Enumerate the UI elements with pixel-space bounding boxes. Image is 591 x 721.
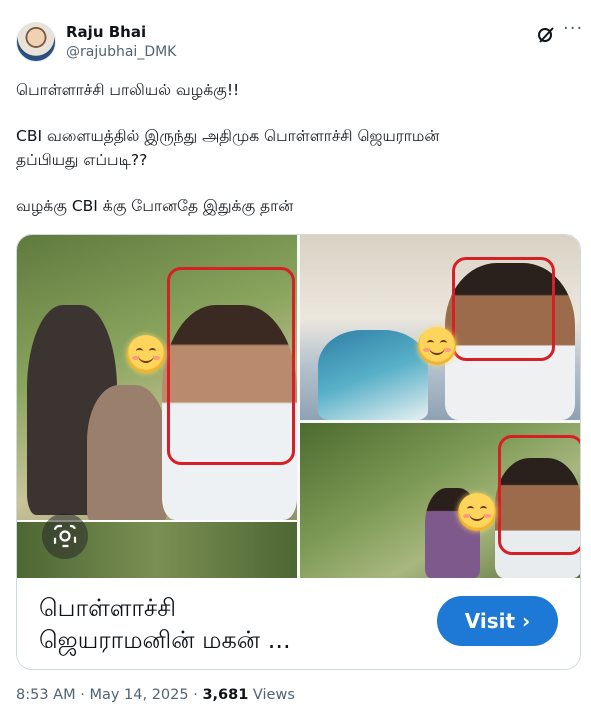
card-title[interactable]: பொள்ளாச்சி ஜெயராமனின் மகன் ...: [39, 592, 419, 656]
highlight-box: [498, 435, 580, 555]
highlight-box: [167, 267, 295, 465]
views-count: 3,681: [202, 687, 249, 703]
separator: ·: [80, 687, 85, 703]
views-label: Views: [252, 687, 295, 703]
tweet-line: CBI வளையத்தில் இருந்து அதிமுக பொள்ளாச்சி…: [16, 127, 440, 145]
tweet-line: தப்பியது எப்படி??: [16, 151, 148, 169]
card-title-line: பொள்ளாச்சி: [39, 594, 177, 622]
card-footer[interactable]: பொள்ளாச்சி ஜெயராமனின் மகன் ... Visit ›: [17, 578, 580, 669]
avatar[interactable]: [16, 22, 56, 62]
separator: ·: [193, 687, 198, 703]
smiley-emoji: [458, 493, 496, 531]
photo-bottom-right: [300, 423, 580, 578]
tweet-header: Raju Bhai @rajubhai_DMK ···: [16, 20, 582, 64]
card-image[interactable]: [17, 235, 580, 578]
tweet-time[interactable]: 8:53 AM: [16, 687, 76, 703]
author-name[interactable]: Raju Bhai: [66, 23, 146, 41]
tweet-meta: 8:53 AM · May 14, 2025 · 3,681 Views: [16, 687, 295, 703]
chevron-right-icon: ›: [522, 609, 531, 633]
highlight-box: [452, 257, 555, 361]
smiley-emoji: [127, 335, 165, 373]
author-handle[interactable]: @rajubhai_DMK: [66, 44, 176, 60]
more-icon[interactable]: ···: [563, 20, 583, 42]
smiley-emoji: [418, 327, 456, 365]
link-card[interactable]: பொள்ளாச்சி ஜெயராமனின் மகன் ... Visit ›: [16, 234, 581, 670]
tweet-date[interactable]: May 14, 2025: [89, 687, 188, 703]
photo-top-right: [300, 235, 580, 420]
card-title-line: ஜெயராமனின் மகன் ...: [39, 626, 291, 654]
grok-icon[interactable]: [536, 25, 556, 45]
lens-icon[interactable]: [42, 513, 88, 559]
visit-button[interactable]: Visit ›: [437, 596, 558, 646]
tweet-line: பொள்ளாச்சி பாலியல் வழக்கு!!: [16, 81, 240, 99]
tweet-text: பொள்ளாச்சி பாலியல் வழக்கு!! CBI வளையத்தி…: [16, 78, 576, 218]
visit-label: Visit: [464, 609, 516, 633]
tweet-line: வழக்கு CBI க்கு போனதே இதுக்கு தான்: [16, 197, 294, 215]
